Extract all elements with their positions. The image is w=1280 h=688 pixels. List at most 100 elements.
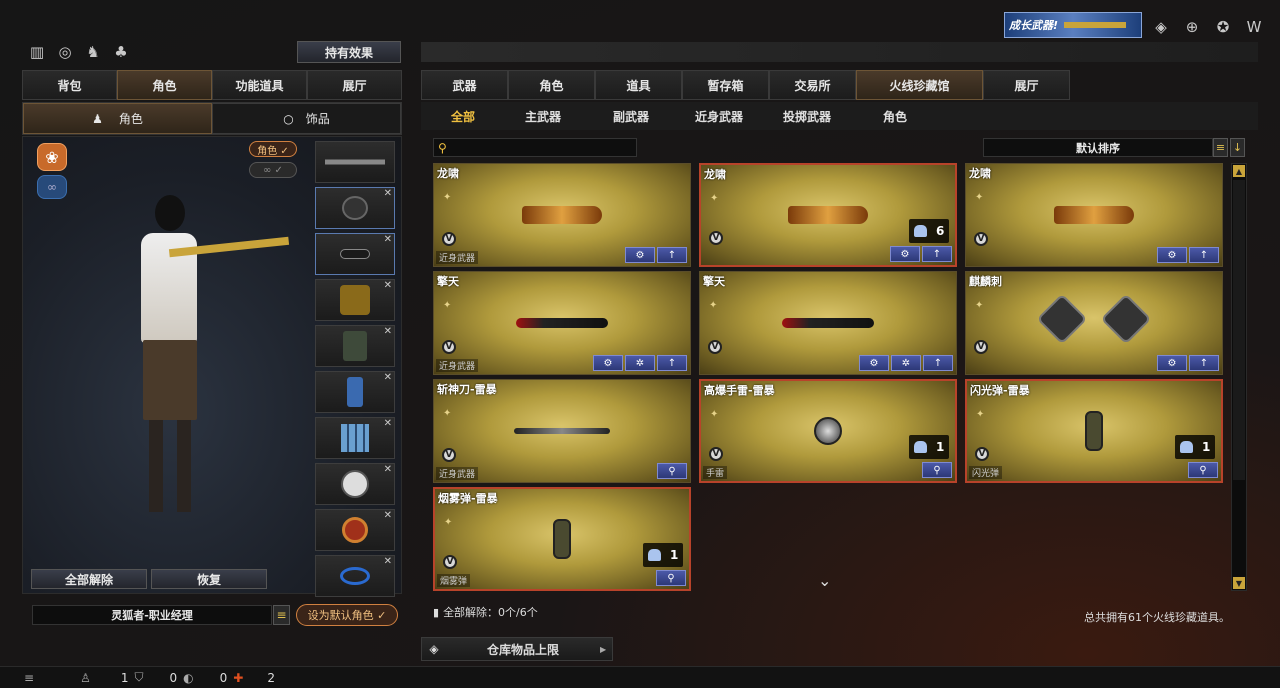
sort-dropdown[interactable]: 默认排序	[983, 138, 1213, 157]
up-arrow-icon[interactable]: ↑	[923, 355, 953, 371]
upgrade-icon[interactable]: ⚙	[593, 355, 623, 371]
tab-function-items[interactable]: 功能道具	[212, 70, 307, 100]
role-tag[interactable]: 角色 ✓	[249, 141, 297, 157]
subtab-secondary[interactable]: 副武器	[587, 102, 675, 130]
goggles-icon[interactable]: ∞	[37, 175, 67, 199]
target-icon[interactable]: ⊕	[1181, 16, 1203, 38]
item-card[interactable]: 闪光弹-雷暴 ✦ V 闪光弹 1 ⚲	[965, 379, 1223, 483]
tab-showroom-main[interactable]: 展厅	[983, 70, 1070, 100]
slot-canister[interactable]: ✕	[315, 371, 395, 413]
slot-goggles[interactable]: ✕	[315, 233, 395, 275]
person-icon[interactable]: ♙	[80, 671, 91, 685]
stats-icon[interactable]: ▥	[26, 41, 48, 63]
tab-items[interactable]: 道具	[595, 70, 682, 100]
up-arrow-icon[interactable]: ↑	[657, 355, 687, 371]
release-all-button[interactable]: 全部解除	[31, 569, 147, 589]
tab-role[interactable]: 角色	[117, 70, 212, 100]
close-icon[interactable]: ✕	[384, 372, 392, 383]
subtab-melee[interactable]: 近身武器	[675, 102, 763, 130]
figure-icon[interactable]: ♞	[82, 41, 104, 63]
close-icon[interactable]: ✕	[384, 464, 392, 475]
up-arrow-icon[interactable]: ↑	[657, 247, 687, 263]
subtab-role[interactable]: ♟ 角色	[23, 103, 212, 134]
item-card[interactable]: 斩神刀-雷暴 ✦ V 近身武器 ⚲	[433, 379, 691, 483]
menu-icon[interactable]: ≡	[24, 671, 34, 685]
shield-icon[interactable]: ⛉	[134, 670, 143, 685]
subtab-primary[interactable]: 主武器	[499, 102, 587, 130]
item-card[interactable]: 擎天 ✦ V ⚙ ✲ ↑	[699, 271, 957, 375]
chevron-down-icon[interactable]: ⌄	[818, 571, 831, 590]
slot-tiger[interactable]: ✕	[315, 463, 395, 505]
tab-backpack[interactable]: 背包	[22, 70, 117, 100]
list-icon[interactable]: ≡	[273, 605, 290, 625]
upgrade-icon[interactable]: ⚙	[859, 355, 889, 371]
slot-bracelet[interactable]: ✕	[315, 555, 395, 597]
item-card[interactable]: 烟雾弹-雷暴 ✦ V 烟雾弹 1 ⚲	[433, 487, 691, 591]
close-icon[interactable]: ✕	[384, 326, 392, 337]
close-icon[interactable]: ✕	[384, 280, 392, 291]
subtab-throwing[interactable]: 投掷武器	[763, 102, 851, 130]
magnify-icon[interactable]: ⚲	[922, 462, 952, 478]
sort-direction-icon[interactable]: ↓	[1230, 138, 1245, 157]
goggles-toggle[interactable]: ∞ ✓	[249, 162, 297, 178]
w-logo-icon[interactable]: W	[1243, 16, 1265, 38]
set-default-role-button[interactable]: 设为默认角色 ✓	[296, 604, 398, 626]
up-arrow-icon[interactable]: ↑	[1189, 355, 1219, 371]
close-icon[interactable]: ✕	[384, 510, 392, 521]
chat-icon[interactable]: ◐	[183, 671, 193, 685]
upgrade-icon[interactable]: ⚙	[625, 247, 655, 263]
tab-storage[interactable]: 暂存箱	[682, 70, 769, 100]
magnify-icon[interactable]: ⚲	[1188, 462, 1218, 478]
search-input[interactable]	[450, 141, 636, 154]
tab-collection[interactable]: 火线珍藏馆	[856, 70, 983, 100]
gift-icon[interactable]: ✚	[233, 671, 243, 685]
slot-ammo[interactable]: ✕	[315, 417, 395, 459]
gear-icon[interactable]: ✲	[891, 355, 921, 371]
slot-ring[interactable]: ✕	[315, 509, 395, 551]
close-icon[interactable]: ✕	[384, 418, 392, 429]
slot-vest[interactable]: ✕	[315, 279, 395, 321]
fox-icon[interactable]: ❀	[37, 143, 67, 171]
subtab-all[interactable]: 全部	[427, 102, 499, 130]
up-arrow-icon[interactable]: ↑	[922, 246, 952, 262]
tab-characters[interactable]: 角色	[508, 70, 595, 100]
scroll-thumb[interactable]	[1233, 180, 1245, 480]
growth-weapon-banner[interactable]: 成长武器!	[1004, 12, 1142, 38]
tab-weapons[interactable]: 武器	[421, 70, 508, 100]
up-arrow-icon[interactable]: ↑	[1189, 247, 1219, 263]
warehouse-limit-bar[interactable]: ◈ 仓库物品上限 ▶	[421, 637, 613, 661]
close-icon[interactable]: ✕	[384, 188, 392, 199]
upgrade-icon[interactable]: ⚙	[1157, 247, 1187, 263]
gear-icon[interactable]: ✲	[625, 355, 655, 371]
slot-backpack[interactable]: ✕	[315, 325, 395, 367]
scroll-up-icon[interactable]: ▲	[1233, 165, 1245, 177]
subtab-accessory[interactable]: ○ 饰品	[212, 103, 401, 134]
item-card[interactable]: 麒麟刺 ✦ V ⚙ ↑	[965, 271, 1223, 375]
sort-list-icon[interactable]: ≡	[1213, 138, 1228, 157]
bag-icon[interactable]: ♣	[110, 41, 132, 63]
subtab-character[interactable]: 角色	[851, 102, 939, 130]
holding-effects-button[interactable]: 持有效果	[297, 41, 401, 63]
restore-button[interactable]: 恢复	[151, 569, 267, 589]
item-card[interactable]: 高爆手雷-雷暴 ✦ V 手雷 1 ⚲	[699, 379, 957, 483]
swirl-icon[interactable]: ◎	[54, 41, 76, 63]
upgrade-icon[interactable]: ⚙	[890, 246, 920, 262]
item-card[interactable]: 龙啸 ✦ V 6 ⚙ ↑	[699, 163, 957, 267]
slot-helmet[interactable]: ✕	[315, 187, 395, 229]
tool-icon[interactable]: ✪	[1212, 16, 1234, 38]
item-card[interactable]: 龙啸 ✦ V 近身武器 ⚙ ↑	[433, 163, 691, 267]
scroll-down-icon[interactable]: ▼	[1233, 577, 1245, 589]
scrollbar[interactable]: ▲ ▼	[1231, 163, 1247, 591]
magnify-icon[interactable]: ⚲	[656, 570, 686, 586]
v-badge-icon[interactable]: ◈	[1150, 16, 1172, 38]
close-icon[interactable]: ✕	[384, 234, 392, 245]
tab-exchange[interactable]: 交易所	[769, 70, 856, 100]
upgrade-icon[interactable]: ⚙	[1157, 355, 1187, 371]
search-box[interactable]: ⚲	[433, 138, 637, 157]
slot-rifle[interactable]	[315, 141, 395, 183]
magnify-icon[interactable]: ⚲	[657, 463, 687, 479]
tab-showroom[interactable]: 展厅	[307, 70, 402, 100]
close-icon[interactable]: ✕	[384, 556, 392, 567]
item-card[interactable]: 龙啸 ✦ V ⚙ ↑	[965, 163, 1223, 267]
item-card[interactable]: 擎天 ✦ V 近身武器 ⚙ ✲ ↑	[433, 271, 691, 375]
